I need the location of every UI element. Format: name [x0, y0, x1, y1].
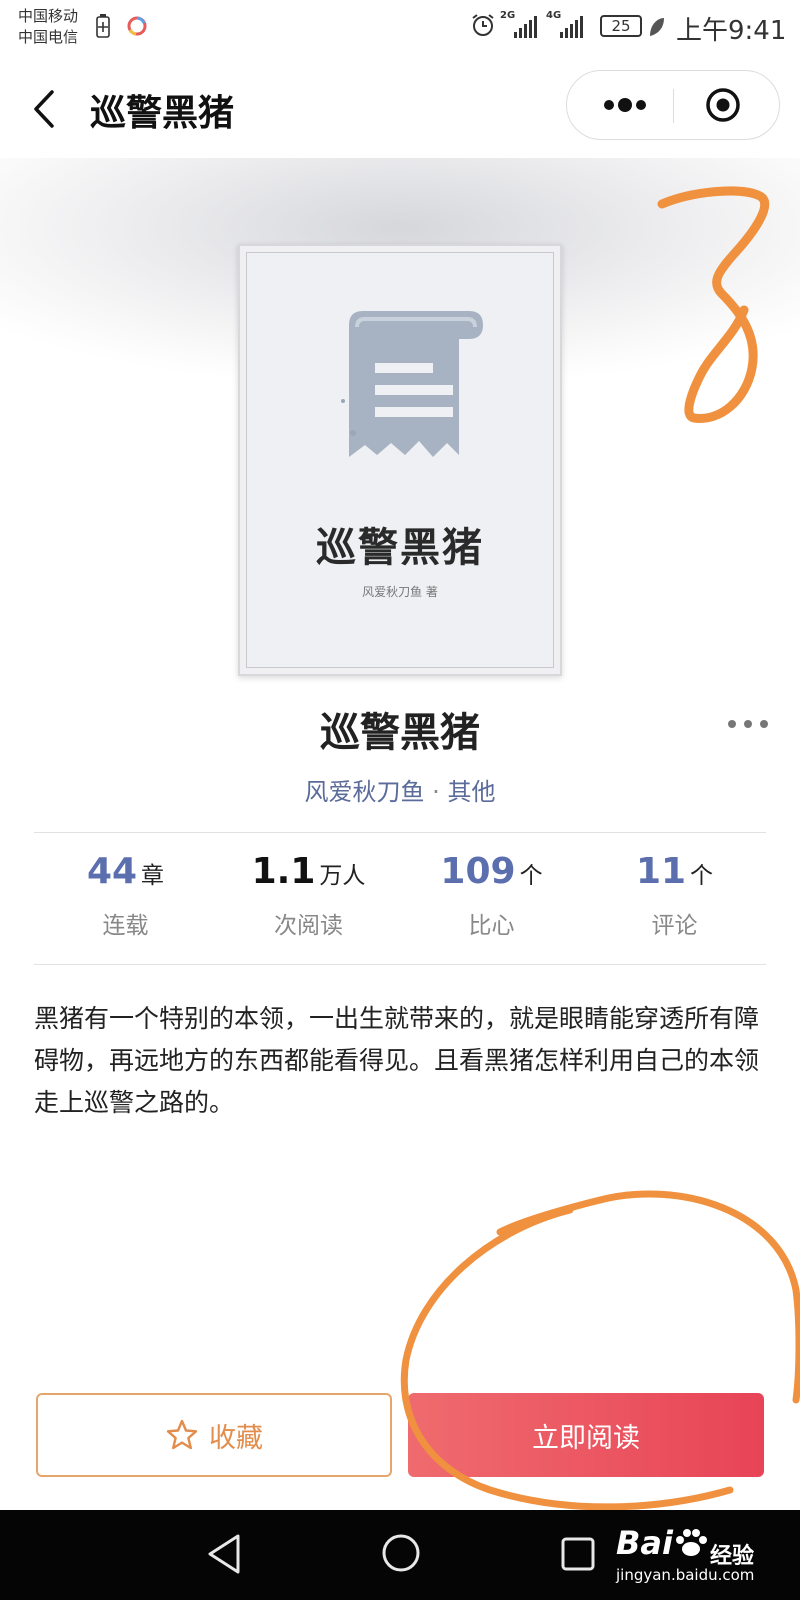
stat-reads: 1.1 万人 次阅读 [217, 842, 400, 962]
status-bar: 中国移动 中国电信 2G 4G 25 上午9:41 [0, 0, 800, 56]
battery-saver-icon [96, 14, 110, 38]
stat-chapters: 44 章 连载 [34, 842, 217, 962]
more-options-icon[interactable] [726, 712, 770, 736]
carrier-info: 中国移动 中国电信 [18, 6, 78, 48]
stat-likes-value: 109 [440, 851, 516, 892]
book-title: 巡警黑猪 [320, 710, 480, 756]
carrier-2: 中国电信 [18, 28, 79, 46]
page-title: 巡警黑猪 [90, 93, 235, 134]
more-dots-icon[interactable] [595, 71, 655, 139]
cover-author: 风爱秋刀鱼 著 [362, 585, 438, 599]
stat-reads-value: 1.1 [251, 851, 316, 892]
stat-comments-label: 评论 [651, 913, 698, 939]
nav-bar: 巡警黑猪 [0, 56, 800, 158]
status-time: 上午9:41 [676, 16, 787, 46]
book-meta: 风爱秋刀鱼 · 其他 [0, 772, 800, 807]
divider-top [34, 832, 766, 833]
annotation-number-3 [657, 186, 770, 423]
signal-icon-2 [560, 14, 583, 38]
baidu-jingyan-watermark: Bai 经验 jingyan.baidu.com [610, 1520, 790, 1590]
scroll-illustration-icon [341, 311, 483, 457]
cover-title: 巡警黑猪 [316, 525, 484, 571]
paw-icon [676, 1529, 707, 1556]
app-notification-icon [127, 16, 147, 36]
stat-likes-label: 比心 [468, 913, 515, 939]
system-recents-icon[interactable] [560, 1536, 596, 1572]
stat-likes[interactable]: 109 个 比心 [400, 842, 583, 962]
genre-label: 其他 [447, 778, 496, 806]
meta-separator: · [432, 778, 440, 806]
book-synopsis: 黑猪有一个特别的本领，一出生就带来的，就是眼睛能穿透所有障碍物，再远地方的东西都… [34, 1004, 760, 1117]
system-back-icon[interactable] [204, 1532, 244, 1576]
capsule-divider [673, 89, 674, 123]
book-stats: 44 章 连载 1.1 万人 次阅读 109 个 比心 11 个 评论 [34, 842, 766, 962]
cover-frame: 巡警黑猪 风爱秋刀鱼 著 [246, 252, 554, 668]
carrier-1: 中国移动 [18, 7, 79, 25]
favorite-button[interactable]: 收藏 [36, 1393, 392, 1477]
signal-icon-1 [514, 14, 537, 38]
stat-chapters-unit: 章 [141, 863, 165, 889]
back-icon[interactable] [26, 84, 66, 134]
watermark-brand: Bai [616, 1524, 673, 1562]
favorite-label: 收藏 [209, 1422, 263, 1454]
divider-bottom [34, 964, 766, 965]
stat-comments-value: 11 [635, 851, 687, 892]
alarm-icon [472, 14, 494, 36]
stat-likes-unit: 个 [519, 863, 543, 889]
system-home-icon[interactable] [380, 1532, 422, 1574]
stat-comments[interactable]: 11 个 评论 [583, 842, 766, 962]
author-link[interactable]: 风爱秋刀鱼 [305, 778, 425, 806]
mini-program-capsule [566, 70, 780, 140]
stat-chapters-value: 44 [86, 851, 138, 892]
stat-comments-unit: 个 [690, 863, 714, 889]
network-type-1: 2G [500, 10, 516, 21]
book-cover[interactable]: 巡警黑猪 风爱秋刀鱼 著 [238, 244, 562, 676]
network-type-2: 4G [546, 10, 562, 21]
stat-chapters-label: 连载 [102, 913, 149, 939]
stat-reads-unit: 万人 [319, 863, 366, 889]
record-icon[interactable] [705, 87, 741, 123]
annotation-circle [400, 1190, 800, 1511]
battery-indicator: 25 [600, 15, 642, 37]
leaf-icon [650, 18, 664, 36]
star-icon [166, 1419, 198, 1450]
watermark-url: jingyan.baidu.com [616, 1566, 755, 1584]
stat-reads-label: 次阅读 [274, 913, 343, 939]
